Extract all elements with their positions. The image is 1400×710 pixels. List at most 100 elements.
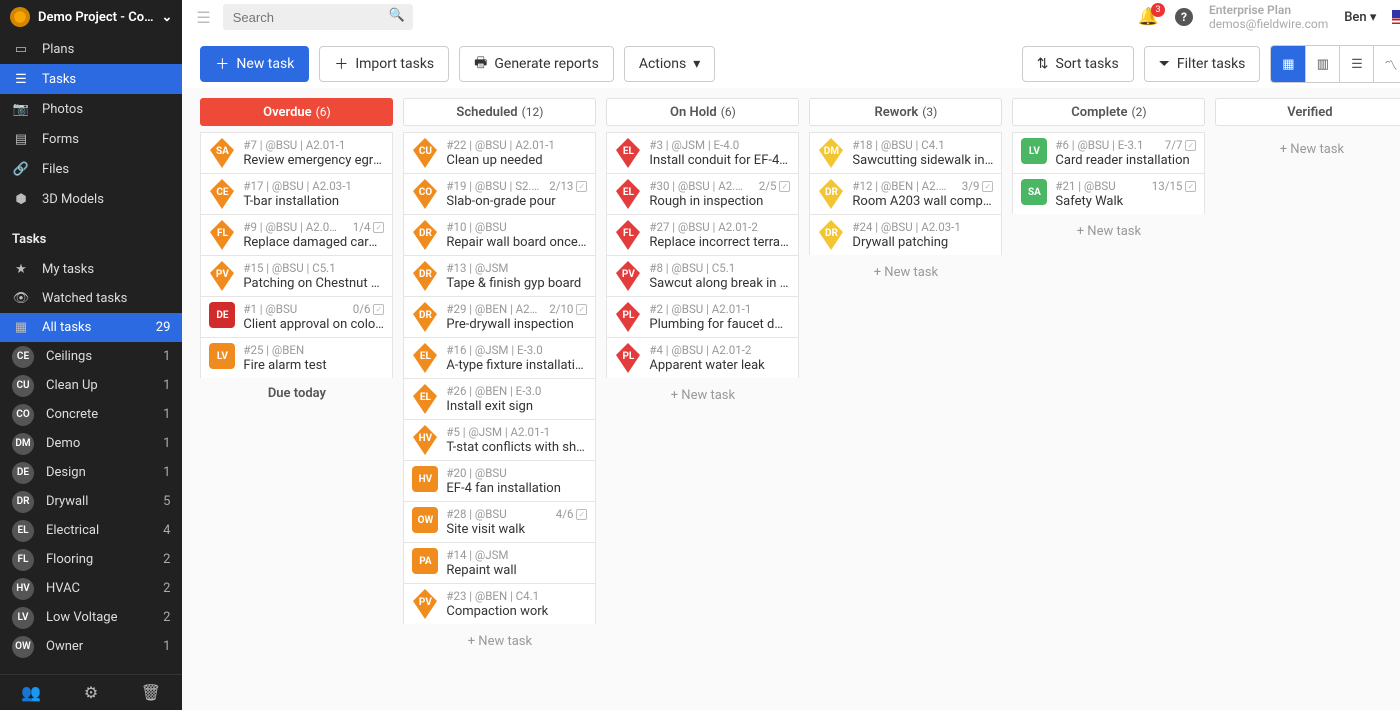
nav-label: Photos [42, 102, 83, 117]
task-card[interactable]: DR#10 | @BSURepair wall board once t… [403, 214, 596, 255]
task-card[interactable]: CU#22 | @BSU | A2.01-1Clean up needed [403, 132, 596, 173]
task-card[interactable]: DE#1 | @BSU0/6 ✓Client approval on color… [200, 296, 393, 337]
task-card[interactable]: SA#21 | @BSU13/15 ✓Safety Walk [1012, 173, 1205, 214]
help-button[interactable]: ? [1175, 8, 1193, 26]
category-flooring[interactable]: FLFlooring2 [0, 545, 182, 574]
column-header[interactable]: Verified [1215, 98, 1400, 126]
filter-all-tasks[interactable]: ▦ All tasks 29 [0, 313, 182, 342]
category-concrete[interactable]: COConcrete1 [0, 400, 182, 429]
add-task-button[interactable]: + New task [809, 255, 1002, 290]
view-calendar[interactable]: ▥ [1305, 46, 1339, 82]
view-kanban[interactable]: ▦ [1271, 46, 1305, 82]
add-task-button[interactable]: + New task [403, 624, 596, 659]
task-card[interactable]: SA#7 | @BSU | A2.01-1Review emergency eg… [200, 132, 393, 173]
task-card[interactable]: EL#26 | @BEN | E-3.0Install exit sign [403, 378, 596, 419]
nav-forms[interactable]: ▤Forms [0, 124, 182, 154]
task-pin: HV [412, 425, 438, 455]
task-card[interactable]: CE#17 | @BSU | A2.03-1T-bar installation [200, 173, 393, 214]
filter-my-tasks[interactable]: ★ My tasks [0, 255, 182, 284]
nav-plans[interactable]: ▭Plans [0, 34, 182, 64]
due-today-header: Due today [200, 378, 393, 405]
task-card[interactable]: DM#18 | @BSU | C4.1Sawcutting sidewalk i… [809, 132, 1002, 173]
add-task-button[interactable]: + New task [1215, 132, 1400, 167]
checklist-count: 2/5 ✓ [759, 179, 791, 193]
task-card[interactable]: PV#15 | @BSU | C5.1Patching on Chestnut … [200, 255, 393, 296]
checkbox-icon: ✓ [779, 181, 790, 192]
user-menu[interactable]: Ben ▾ [1344, 10, 1376, 25]
task-card[interactable]: DR#12 | @BEN | A2.…3/9 ✓Room A203 wall c… [809, 173, 1002, 214]
task-card[interactable]: LV#6 | @BSU | E-3.17/7 ✓Card reader inst… [1012, 132, 1205, 173]
project-switcher[interactable]: Demo Project - Co… ⌄ [0, 0, 182, 34]
category-label: Ceilings [46, 349, 92, 364]
nav-tasks[interactable]: ☰Tasks [0, 64, 182, 94]
column-header[interactable]: On Hold (6) [606, 98, 799, 126]
locale-flag[interactable] [1392, 10, 1400, 24]
task-card[interactable]: PV#8 | @BSU | C5.1Sawcut along break in … [606, 255, 799, 296]
category-owner[interactable]: OWOwner1 [0, 632, 182, 661]
task-card[interactable]: HV#5 | @JSM | A2.01-1T-stat conflicts wi… [403, 419, 596, 460]
task-card[interactable]: LV#25 | @BENFire alarm test [200, 337, 393, 378]
category-ceilings[interactable]: CECeilings1 [0, 342, 182, 371]
nav-3d-models[interactable]: ⬢3D Models [0, 184, 182, 214]
task-pin: DM [818, 138, 844, 168]
view-analytics[interactable]: 〽 [1373, 46, 1400, 82]
category-drywall[interactable]: DRDrywall5 [0, 487, 182, 516]
category-clean-up[interactable]: CUClean Up1 [0, 371, 182, 400]
filter-label: Watched tasks [42, 291, 127, 306]
nav-photos[interactable]: 📷Photos [0, 94, 182, 124]
task-card[interactable]: PA#14 | @JSMRepaint wall [403, 542, 596, 583]
task-card[interactable]: FL#9 | @BSU | A2.0…1/4 ✓Replace damaged … [200, 214, 393, 255]
nav-files[interactable]: 🔗Files [0, 154, 182, 184]
add-task-button[interactable]: + New task [1012, 214, 1205, 249]
task-card[interactable]: CO#19 | @BSU | S2.0…2/13 ✓Slab-on-grade … [403, 173, 596, 214]
filter-watched-tasks[interactable]: 👁 Watched tasks [0, 284, 182, 313]
column-header[interactable]: Overdue (6) [200, 98, 393, 126]
task-card[interactable]: EL#16 | @JSM | E-3.0A-type fixture insta… [403, 337, 596, 378]
task-meta: #21 | @BSU [1055, 179, 1147, 193]
view-gantt[interactable]: ☰ [1339, 46, 1373, 82]
category-electrical[interactable]: ELElectrical4 [0, 516, 182, 545]
task-card[interactable]: OW#28 | @BSU4/6 ✓Site visit walk [403, 501, 596, 542]
add-task-button[interactable]: + New task [606, 378, 799, 413]
column-complete: Complete (2) LV#6 | @BSU | E-3.17/7 ✓Card… [1012, 98, 1205, 700]
actions-menu[interactable]: Actions▾ [624, 46, 715, 82]
users-icon[interactable]: 👥 [21, 683, 41, 702]
filter-tasks-button[interactable]: ⏷Filter tasks [1144, 46, 1261, 82]
task-title: Fire alarm test [243, 358, 384, 373]
task-pin: PV [412, 589, 438, 619]
search-icon[interactable]: 🔍 [389, 8, 405, 23]
task-card[interactable]: PL#4 | @BSU | A2.01-2Apparent water leak [606, 337, 799, 378]
trash-icon[interactable]: 🗑 [141, 683, 161, 702]
generate-reports-button[interactable]: 🖶Generate reports [459, 46, 614, 82]
column-header[interactable]: Rework (3) [809, 98, 1002, 126]
task-card[interactable]: HV#20 | @BSUEF-4 fan installation [403, 460, 596, 501]
search-input[interactable] [223, 4, 413, 30]
notifications-button[interactable]: 🔔3 [1138, 7, 1159, 27]
hamburger-icon[interactable]: ☰ [196, 8, 210, 27]
checklist-count: 2/13 ✓ [549, 179, 587, 193]
task-card[interactable]: DR#29 | @BEN | A2…2/10 ✓Pre-drywall insp… [403, 296, 596, 337]
category-badge: EL [12, 520, 34, 542]
gear-icon[interactable]: ⚙ [84, 683, 98, 702]
category-demo[interactable]: DMDemo1 [0, 429, 182, 458]
task-card[interactable]: FL#27 | @BSU | A2.01-2Replace incorrect … [606, 214, 799, 255]
task-card[interactable]: PL#2 | @BSU | A2.01-1Plumbing for faucet… [606, 296, 799, 337]
import-tasks-button[interactable]: ＋Import tasks [319, 46, 449, 82]
sort-tasks-button[interactable]: ⇅Sort tasks [1022, 46, 1134, 82]
task-title: T-bar installation [243, 194, 384, 209]
category-low-voltage[interactable]: LVLow Voltage2 [0, 603, 182, 632]
task-card[interactable]: EL#30 | @BSU | A2.…2/5 ✓Rough in inspect… [606, 173, 799, 214]
category-design[interactable]: DEDesign1 [0, 458, 182, 487]
task-card[interactable]: PV#23 | @BEN | C4.1Compaction work [403, 583, 596, 624]
task-card[interactable]: EL#3 | @JSM | E-4.0Install conduit for E… [606, 132, 799, 173]
category-hvac[interactable]: HVHVAC2 [0, 574, 182, 603]
task-card[interactable]: DR#13 | @JSMTape & finish gyp board [403, 255, 596, 296]
column-header[interactable]: Complete (2) [1012, 98, 1205, 126]
task-card[interactable]: DR#24 | @BSU | A2.03-1Drywall patching [809, 214, 1002, 255]
checklist-count: 13/15 ✓ [1152, 179, 1197, 193]
task-title: Replace incorrect terraz… [649, 235, 790, 250]
task-title: A-type fixture installation [446, 358, 587, 373]
new-task-button[interactable]: ＋New task [200, 46, 309, 82]
column-header[interactable]: Scheduled (12) [403, 98, 596, 126]
checkbox-icon: ✓ [576, 509, 587, 520]
